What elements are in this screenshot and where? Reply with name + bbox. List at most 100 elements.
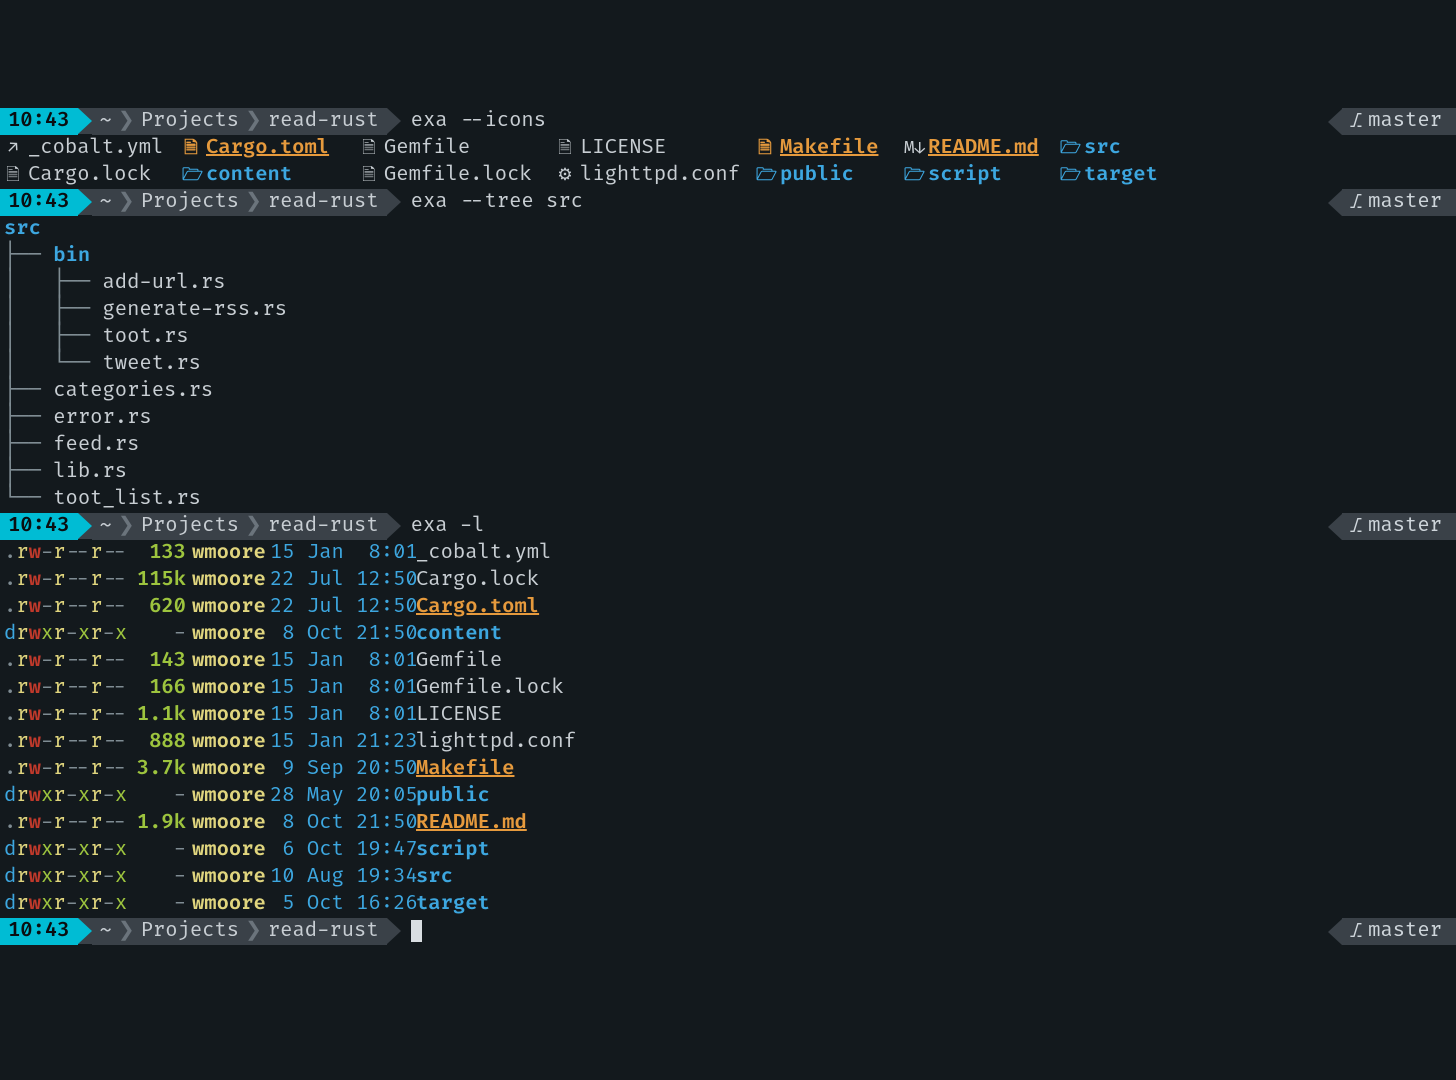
file-size: -	[132, 837, 192, 864]
file-owner: wmoore	[192, 756, 270, 783]
file-entry[interactable]: 🗁content	[182, 162, 360, 189]
permissions: .rw-r--r--	[4, 810, 132, 837]
file-icon: 🗎	[182, 135, 200, 162]
tree-glyph: │ ├──	[4, 298, 102, 322]
file-entry[interactable]: 🗁script	[904, 162, 1060, 189]
file-owner: wmoore	[192, 837, 270, 864]
prompt-line[interactable]: 10:43 ~❯Projects❯read-rust exa --tree sr…	[0, 189, 1456, 216]
tree-entry: ├── categories.rs	[0, 378, 1456, 405]
file-size: 115k	[132, 567, 192, 594]
tree-name: bin	[53, 244, 90, 268]
long-listing-row: .rw-r--r-- 115k wmoore 22 Jul 12:50 Carg…	[0, 567, 1456, 594]
branch-indicator: ⎇master	[1328, 108, 1456, 135]
file-owner: wmoore	[192, 702, 270, 729]
branch-indicator: ⎇master	[1328, 918, 1456, 945]
file-name: script	[928, 162, 1002, 189]
branch-name: master	[1368, 189, 1442, 216]
file-entry[interactable]: 🗎Cargo.toml	[182, 135, 360, 162]
long-listing-row: .rw-r--r-- 143 wmoore 15 Jan 8:01 Gemfil…	[0, 648, 1456, 675]
tree-entry: src	[0, 216, 1456, 243]
file-entry[interactable]: 🗎Gemfile	[360, 135, 556, 162]
file-icon: 🗎	[756, 135, 774, 162]
tree-glyph: └──	[4, 487, 53, 511]
tree-entry: └── toot_list.rs	[0, 486, 1456, 513]
file-owner: wmoore	[192, 594, 270, 621]
file-name[interactable]: lighttpd.conf	[416, 729, 1456, 756]
file-entry[interactable]: 🗎Makefile	[756, 135, 904, 162]
permissions: drwxr-xr-x	[4, 864, 132, 891]
file-entry[interactable]: M↓README.md	[904, 135, 1060, 162]
file-name[interactable]: Makefile	[416, 756, 1456, 783]
file-name[interactable]: target	[416, 891, 1456, 918]
tree-name: feed.rs	[53, 433, 139, 457]
tree-glyph: ├──	[4, 379, 53, 403]
file-name[interactable]: Cargo.lock	[416, 567, 1456, 594]
file-name[interactable]: script	[416, 837, 1456, 864]
file-name[interactable]: public	[416, 783, 1456, 810]
file-entry[interactable]: 🗎Cargo.lock	[4, 162, 182, 189]
permissions: drwxr-xr-x	[4, 783, 132, 810]
tree-glyph: │ ├──	[4, 325, 102, 349]
tree-entry: │ ├── add-url.rs	[0, 270, 1456, 297]
file-owner: wmoore	[192, 783, 270, 810]
file-entry[interactable]: ↗_cobalt.yml	[4, 135, 182, 162]
permissions: drwxr-xr-x	[4, 837, 132, 864]
file-owner: wmoore	[192, 567, 270, 594]
prompt-line[interactable]: 10:43 ~❯Projects❯read-rust ⎇master	[0, 918, 1456, 945]
command-text: exa -l	[401, 513, 485, 540]
file-entry[interactable]: 🗁target	[1060, 162, 1190, 189]
file-name[interactable]: Gemfile	[416, 648, 1456, 675]
file-date: 15 Jan 8:01	[270, 675, 416, 702]
cursor[interactable]	[411, 920, 422, 942]
file-entry[interactable]: 🗁src	[1060, 135, 1190, 162]
tree-glyph: │ ├──	[4, 271, 102, 295]
long-listing-row: drwxr-xr-x - wmoore 28 May 20:05 public	[0, 783, 1456, 810]
file-owner: wmoore	[192, 621, 270, 648]
file-owner: wmoore	[192, 540, 270, 567]
file-name: Cargo.lock	[28, 162, 151, 189]
file-entry[interactable]: 🗁public	[756, 162, 904, 189]
tree-name: src	[4, 217, 41, 241]
file-entry[interactable]: 🗎LICENSE	[556, 135, 756, 162]
file-name: lighttpd.conf	[580, 162, 740, 189]
time-segment: 10:43	[0, 513, 78, 540]
file-icon: 🗁	[1060, 162, 1078, 189]
file-size: 1.9k	[132, 810, 192, 837]
file-name: _cobalt.yml	[28, 135, 163, 162]
file-name[interactable]: Cargo.toml	[416, 594, 1456, 621]
file-size: 143	[132, 648, 192, 675]
tree-entry: ├── feed.rs	[0, 432, 1456, 459]
file-date: 6 Oct 19:47	[270, 837, 416, 864]
file-name[interactable]: Gemfile.lock	[416, 675, 1456, 702]
permissions: .rw-r--r--	[4, 702, 132, 729]
file-size: 888	[132, 729, 192, 756]
path-segment: ~❯Projects❯read-rust	[92, 108, 387, 135]
file-entry[interactable]: ⚙lighttpd.conf	[556, 162, 756, 189]
prompt-line[interactable]: 10:43 ~❯Projects❯read-rust exa -l ⎇maste…	[0, 513, 1456, 540]
file-name[interactable]: content	[416, 621, 1456, 648]
file-owner: wmoore	[192, 729, 270, 756]
prompt-line[interactable]: 10:43 ~❯Projects❯read-rust exa --icons ⎇…	[0, 108, 1456, 135]
tree-name: categories.rs	[53, 379, 213, 403]
file-size: 133	[132, 540, 192, 567]
file-owner: wmoore	[192, 648, 270, 675]
permissions: .rw-r--r--	[4, 648, 132, 675]
long-listing-row: .rw-r--r-- 3.7k wmoore 9 Sep 20:50 Makef…	[0, 756, 1456, 783]
file-name[interactable]: README.md	[416, 810, 1456, 837]
file-name: Cargo.toml	[206, 135, 329, 162]
file-date: 22 Jul 12:50	[270, 567, 416, 594]
file-name[interactable]: LICENSE	[416, 702, 1456, 729]
file-name[interactable]: src	[416, 864, 1456, 891]
long-listing-row: .rw-r--r-- 1.1k wmoore 15 Jan 8:01 LICEN…	[0, 702, 1456, 729]
file-name: Makefile	[780, 135, 878, 162]
tree-entry: ├── lib.rs	[0, 459, 1456, 486]
file-entry[interactable]: 🗎Gemfile.lock	[360, 162, 556, 189]
tree-glyph: ├──	[4, 244, 53, 268]
tree-name: tweet.rs	[102, 352, 200, 376]
long-listing-row: drwxr-xr-x - wmoore 10 Aug 19:34 src	[0, 864, 1456, 891]
file-size: 620	[132, 594, 192, 621]
file-date: 15 Jan 8:01	[270, 540, 416, 567]
file-name[interactable]: _cobalt.yml	[416, 540, 1456, 567]
file-icon: 🗎	[360, 135, 378, 162]
permissions: drwxr-xr-x	[4, 891, 132, 918]
